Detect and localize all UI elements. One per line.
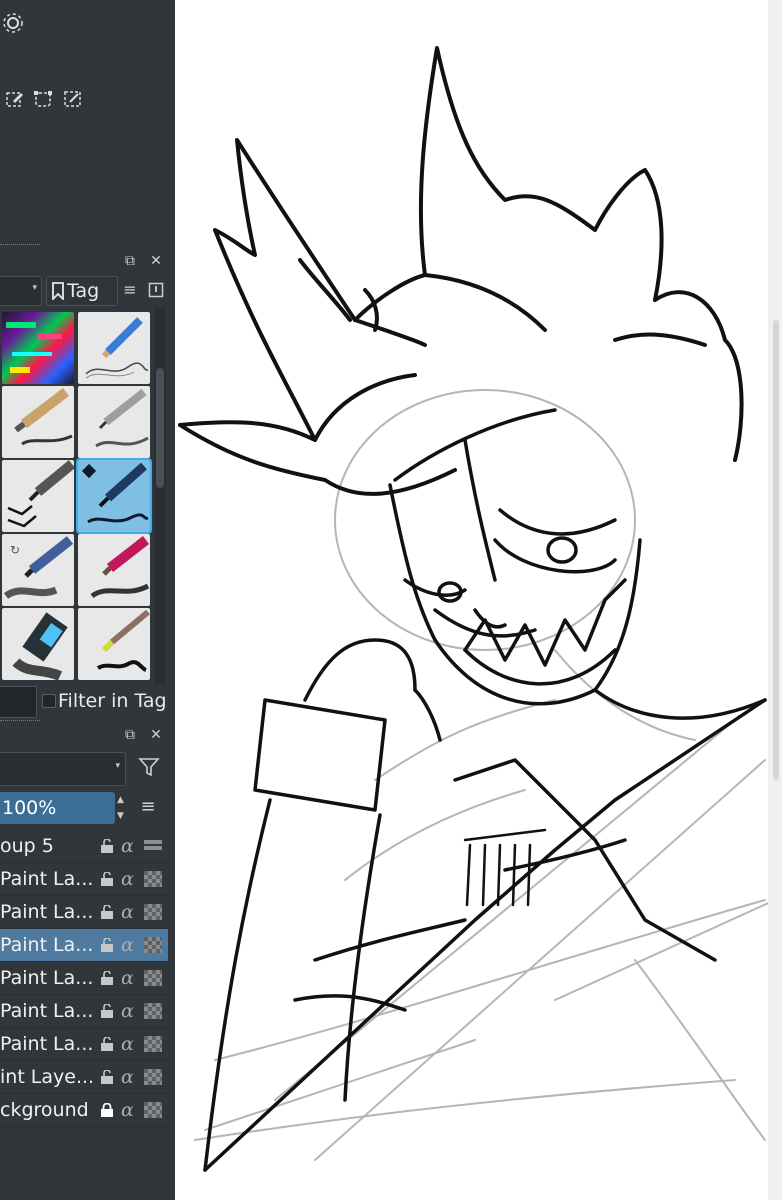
float-docker-icon[interactable]: ⧉ [122,727,138,743]
tag-button[interactable]: Tag [46,276,118,306]
layer-thumbnail [144,904,162,920]
brush-presets-titlebar: ⧉ ✕ [0,250,175,272]
selection-shape-icon[interactable] [32,88,54,110]
unlock-icon[interactable] [100,905,114,919]
line-art-drawing [178,46,776,1172]
drawing-canvas[interactable] [175,0,782,1200]
import-icon[interactable] [148,282,164,298]
alpha-lock-icon[interactable]: α [121,900,134,924]
unlock-icon[interactable] [100,1037,114,1051]
brush-preset-pen-silver[interactable] [78,386,150,458]
layer-name: Paint La... [0,1000,94,1022]
brush-preset-grid: ↻ [0,308,152,684]
tag-label: Tag [67,280,100,302]
brush-list-scrollbar[interactable] [154,308,166,684]
alpha-lock-icon[interactable]: α [121,933,134,957]
layers-titlebar: ⧉ ✕ [0,724,175,746]
layer-menu-icon[interactable]: ≡ [140,798,156,816]
opacity-slider[interactable]: 100% [0,792,115,824]
filter-icon[interactable] [138,756,160,778]
menu-icon[interactable]: ≡ [122,282,138,298]
alpha-lock-icon[interactable]: α [121,1098,134,1122]
layer-row-active[interactable]: Paint La... α [0,929,168,962]
alpha-lock-icon[interactable]: α [121,1032,134,1056]
layer-thumbnail [144,1003,162,1019]
layer-row[interactable]: oup 5 α [0,830,168,863]
snap-settings-icon[interactable] [2,12,24,34]
blend-mode-select[interactable]: ▾ [0,752,126,786]
layer-row[interactable]: Paint La... α [0,962,168,995]
layer-row[interactable]: Paint La... α [0,1028,168,1061]
svg-text:↻: ↻ [10,543,20,557]
brush-preset-marker-blue[interactable]: ↻ [2,534,74,606]
close-docker-icon[interactable]: ✕ [148,727,164,743]
layer-thumbnail [144,937,162,953]
brush-preset-paint-brush[interactable] [78,608,150,680]
layer-row[interactable]: int Laye... α [0,1061,168,1094]
layer-name: Paint La... [0,868,94,890]
layer-name: Paint La... [0,967,94,989]
opacity-spinner[interactable]: ▲ ▼ [117,792,127,824]
layer-name: oup 5 [0,835,54,857]
scrollbar-thumb[interactable] [156,368,164,488]
unlock-icon[interactable] [100,971,114,985]
layer-thumbnail [144,871,162,887]
layer-row[interactable]: Paint La... α [0,863,168,896]
alpha-lock-icon[interactable]: α [121,999,134,1023]
brush-preset-pencil-graphite[interactable] [2,386,74,458]
alpha-lock-icon[interactable]: α [121,966,134,990]
selection-deselect-icon[interactable] [62,88,84,110]
layer-row[interactable]: ckground α [0,1094,168,1127]
scrollbar-thumb[interactable] [773,320,779,780]
unlock-icon[interactable] [100,1070,114,1084]
filter-in-tag-label: Filter in Tag [58,690,167,712]
tag-icon [52,282,64,300]
filter-input[interactable] [0,686,37,718]
alpha-lock-icon[interactable]: α [121,834,134,858]
layer-thumbnail [144,1069,162,1085]
brush-preset-glitch[interactable] [2,312,74,384]
group-icon [144,840,162,850]
chevron-down-icon: ▾ [32,283,37,293]
selection-edit-icon[interactable] [4,88,26,110]
filter-in-tag-checkbox[interactable] [42,694,56,708]
canvas-scrollbar[interactable] [768,0,782,1200]
left-docker-panel: ⧉ ✕ ▾ Tag ≡ ↻ Filter in Tag ⧉ ✕ ▾ 100% ▲… [0,0,175,1200]
unlock-icon[interactable] [100,872,114,886]
alpha-lock-icon[interactable]: α [121,1065,134,1089]
float-docker-icon[interactable]: ⧉ [122,253,138,269]
layer-name: Paint La... [0,934,94,956]
layer-name: Paint La... [0,1033,94,1055]
unlock-icon[interactable] [100,938,114,952]
chevron-down-icon: ▾ [115,761,120,771]
unlock-icon[interactable] [100,839,114,853]
brush-preset-marker-pink[interactable] [78,534,150,606]
close-docker-icon[interactable]: ✕ [148,253,164,269]
brush-preset-fountain-pen[interactable] [76,458,152,534]
layer-name: Paint La... [0,901,94,923]
brush-preset-pencil-blue[interactable] [78,312,150,384]
layer-thumbnail [144,970,162,986]
brush-preset-ink-pen[interactable] [2,460,74,532]
layer-name: ckground [0,1099,89,1121]
layer-name: int Laye... [0,1066,94,1088]
layer-thumbnail [144,1102,162,1118]
layer-thumbnail [144,1036,162,1052]
alpha-lock-icon[interactable]: α [121,867,134,891]
tag-combo[interactable]: ▾ [0,276,42,306]
docker-grip[interactable] [0,244,40,249]
unlock-icon[interactable] [100,1004,114,1018]
brush-preset-ink-bottle[interactable] [2,608,74,680]
layer-row[interactable]: Paint La... α [0,995,168,1028]
layer-row[interactable]: Paint La... α [0,896,168,929]
lock-icon[interactable] [100,1103,114,1117]
filter-row: Filter in Tag [0,686,175,718]
